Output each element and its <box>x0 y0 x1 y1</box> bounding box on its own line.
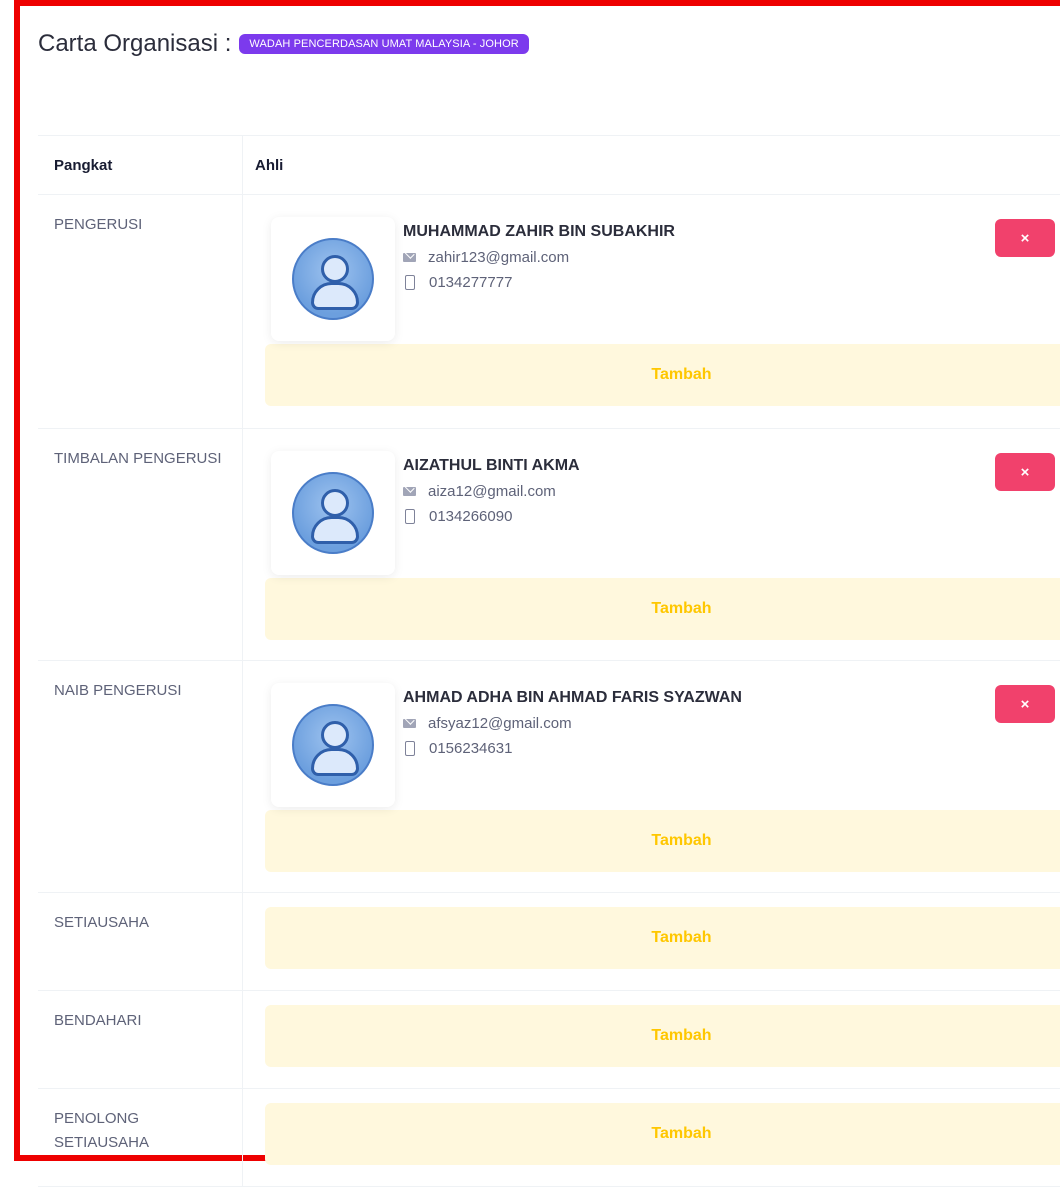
mail-icon <box>403 253 416 262</box>
member-email: zahir123@gmail.com <box>428 249 570 266</box>
header-member: Ahli <box>242 136 1060 194</box>
member-card: MUHAMMAD ZAHIR BIN SUBAKHIR zahir123@gma… <box>265 209 1060 344</box>
member-name: AIZATHUL BINTI AKMA <box>403 457 580 474</box>
add-member-button[interactable]: Tambah <box>265 1103 1060 1165</box>
remove-member-button[interactable]: × <box>995 453 1055 491</box>
table-row: SETIAUSAHA Tambah <box>38 893 1060 991</box>
member-card: AIZATHUL BINTI AKMA aiza12@gmail.com 013… <box>265 443 1060 578</box>
member-name: MUHAMMAD ZAHIR BIN SUBAKHIR <box>403 223 675 240</box>
member-cell: Tambah <box>242 991 1060 1088</box>
add-member-button[interactable]: Tambah <box>265 1005 1060 1067</box>
member-info: AHMAD ADHA BIN AHMAD FARIS SYAZWAN afsya… <box>403 685 742 757</box>
member-card: AHMAD ADHA BIN AHMAD FARIS SYAZWAN afsya… <box>265 675 1060 810</box>
rank-label: NAIB PENGERUSI <box>54 682 182 699</box>
member-phone: 0134266090 <box>429 508 513 525</box>
member-cell: Tambah <box>242 1089 1060 1186</box>
table-row: PENOLONG SETIAUSAHA Tambah <box>38 1089 1060 1187</box>
phone-icon <box>405 509 415 524</box>
rank-label: SETIAUSAHA <box>54 914 150 931</box>
member-cell: Tambah <box>242 893 1060 990</box>
user-avatar-icon <box>292 238 374 320</box>
remove-member-button[interactable]: × <box>995 685 1055 723</box>
add-member-button[interactable]: Tambah <box>265 810 1060 872</box>
org-chart-table: Pangkat Ahli PENGERUSI MUHAMMAD ZAHIR BI… <box>38 135 1060 1187</box>
rank-label: PENOLONG SETIAUSAHA <box>54 1110 150 1151</box>
remove-member-button[interactable]: × <box>995 219 1055 257</box>
phone-icon <box>405 741 415 756</box>
member-info: MUHAMMAD ZAHIR BIN SUBAKHIR zahir123@gma… <box>403 219 675 291</box>
avatar-card <box>271 451 395 575</box>
rank-label: PENGERUSI <box>54 216 143 233</box>
mail-icon <box>403 719 416 728</box>
header-rank: Pangkat <box>54 156 113 174</box>
member-cell: AIZATHUL BINTI AKMA aiza12@gmail.com 013… <box>242 429 1060 660</box>
member-cell: AHMAD ADHA BIN AHMAD FARIS SYAZWAN afsya… <box>242 661 1060 892</box>
member-name: AHMAD ADHA BIN AHMAD FARIS SYAZWAN <box>403 689 742 706</box>
member-cell: MUHAMMAD ZAHIR BIN SUBAKHIR zahir123@gma… <box>242 195 1060 428</box>
avatar-card <box>271 217 395 341</box>
user-avatar-icon <box>292 704 374 786</box>
add-member-button[interactable]: Tambah <box>265 907 1060 969</box>
mail-icon <box>403 487 416 496</box>
member-phone: 0156234631 <box>429 740 513 757</box>
user-avatar-icon <box>292 472 374 554</box>
table-row: BENDAHARI Tambah <box>38 991 1060 1089</box>
table-row: PENGERUSI MUHAMMAD ZAHIR BIN SUBAKHIR za… <box>38 195 1060 429</box>
add-member-button[interactable]: Tambah <box>265 578 1060 640</box>
member-email: afsyaz12@gmail.com <box>428 715 572 732</box>
table-header: Pangkat Ahli <box>38 135 1060 195</box>
avatar-card <box>271 683 395 807</box>
rank-label: BENDAHARI <box>54 1012 142 1029</box>
organization-badge: WADAH PENCERDASAN UMAT MALAYSIA - JOHOR <box>239 34 529 54</box>
phone-icon <box>405 275 415 290</box>
page-title: Carta Organisasi : <box>38 30 232 57</box>
add-member-button[interactable]: Tambah <box>265 344 1060 406</box>
table-row: NAIB PENGERUSI AHMAD ADHA BIN AHMAD FARI… <box>38 661 1060 893</box>
table-row: TIMBALAN PENGERUSI AIZATHUL BINTI AKMA a… <box>38 429 1060 661</box>
member-phone: 0134277777 <box>429 274 513 291</box>
member-info: AIZATHUL BINTI AKMA aiza12@gmail.com 013… <box>403 453 580 525</box>
member-email: aiza12@gmail.com <box>428 483 556 500</box>
rank-label: TIMBALAN PENGERUSI <box>54 450 222 467</box>
page-header: Carta Organisasi : WADAH PENCERDASAN UMA… <box>38 30 529 58</box>
